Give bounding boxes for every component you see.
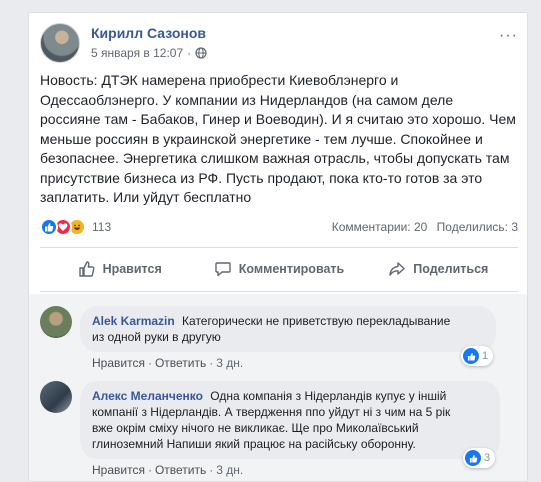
more-options-button[interactable]: ··· [499, 27, 518, 45]
reactions-bar: 113 Комментарии: 20 Поделились: 3 [40, 216, 518, 238]
comment-text: глиноземний Напиши який працює на расійс… [92, 437, 416, 451]
comment-text: Одна компанія з Нідерландів купує у інші… [210, 389, 447, 403]
post-text-line: безопаснее. Энергетика слишком важная от… [40, 150, 510, 166]
commenter-name[interactable]: Alek Karmazin [92, 314, 175, 328]
comment-like-link[interactable]: Нравится [92, 356, 145, 370]
like-button-label: Нравится [102, 262, 162, 276]
comment-item: Алекс Меланченко Одна компанія з Нідерла… [40, 381, 518, 481]
comment-reactions[interactable]: 1 [461, 346, 494, 366]
post-text-line: заплатить. Или уйдут бесплатно [40, 189, 252, 205]
comment-icon [215, 262, 231, 277]
post-header: Кирилл Сазонов 5 января в 12:07 · ··· [40, 23, 520, 69]
like-icon [463, 348, 479, 364]
post-actions: Нравится Комментировать Поделиться [40, 253, 518, 285]
comment-likes-count: 1 [482, 350, 489, 362]
comment-bubble: Алекс Меланченко Одна компанія з Нідерла… [80, 381, 500, 459]
comments-section: Alek Karmazin Категорически не приветств… [29, 294, 527, 481]
share-button-label: Поделиться [413, 262, 489, 276]
commenter-name[interactable]: Алекс Меланченко [92, 389, 203, 403]
post-text-line: присутствие бизнеса из РФ. Пусть продают… [40, 169, 483, 186]
post-meta: 5 января в 12:07 · [91, 46, 207, 60]
comment-text: из одной руки в другую [92, 330, 221, 344]
comment-item: Alek Karmazin Категорически не приветств… [40, 306, 518, 378]
author-avatar[interactable] [40, 23, 80, 63]
post-card: Кирилл Сазонов 5 января в 12:07 · ··· Но… [28, 12, 528, 482]
commenter-avatar[interactable] [40, 306, 72, 338]
comment-bubble: Alek Karmazin Категорически не приветств… [80, 306, 496, 352]
like-icon[interactable] [40, 218, 58, 236]
post-date[interactable]: 5 января в 12:07 [91, 46, 183, 60]
post-author[interactable]: Кирилл Сазонов [91, 25, 206, 41]
comment-text: Категорически не приветствую перекладыва… [182, 314, 451, 328]
comments-count[interactable]: Комментарии: 20 [332, 220, 428, 234]
meta-separator: · [187, 46, 192, 60]
comment-button-label: Комментировать [238, 262, 345, 276]
comment-time[interactable]: 3 дн. [216, 356, 243, 370]
share-icon [389, 262, 405, 276]
globe-icon[interactable] [195, 47, 207, 59]
like-button[interactable]: Нравится [40, 253, 199, 285]
comment-text: компанії з Нідерландів. А твердження ппо… [92, 405, 451, 419]
post-stats: Комментарии: 20 Поделились: 3 [326, 220, 518, 234]
post-text-line: Новость: ДТЭК намерена приобрести Киевоб… [40, 72, 399, 88]
commenter-avatar[interactable] [40, 381, 72, 413]
share-button[interactable]: Поделиться [359, 253, 518, 285]
post-text-line: меньше россиян в украинской энергетике -… [40, 130, 483, 147]
divider [40, 247, 518, 248]
post-text: Новость: ДТЭК намерена приобрести Киевоб… [40, 71, 520, 208]
post-text-line: Одессаоблэнерго. У компании из Нидерланд… [40, 91, 454, 108]
comment-reactions[interactable]: 3 [463, 448, 496, 468]
comment-actions: Нравится · Ответить · 3 дн. [92, 356, 244, 370]
post-text-line: россияне там - Бабаков, Гинер и Воеводин… [40, 111, 516, 127]
comment-text: вже окрім сміху нічого не викликає. Ще п… [92, 421, 419, 435]
divider [40, 291, 518, 292]
comment-reply-link[interactable]: Ответить [155, 356, 206, 370]
comment-button[interactable]: Комментировать [199, 253, 358, 285]
reaction-count[interactable]: 113 [92, 220, 111, 234]
thumbs-up-icon [78, 261, 95, 277]
shares-count[interactable]: Поделились: 3 [437, 220, 518, 234]
like-icon [465, 450, 481, 466]
comment-likes-count: 3 [484, 452, 491, 464]
